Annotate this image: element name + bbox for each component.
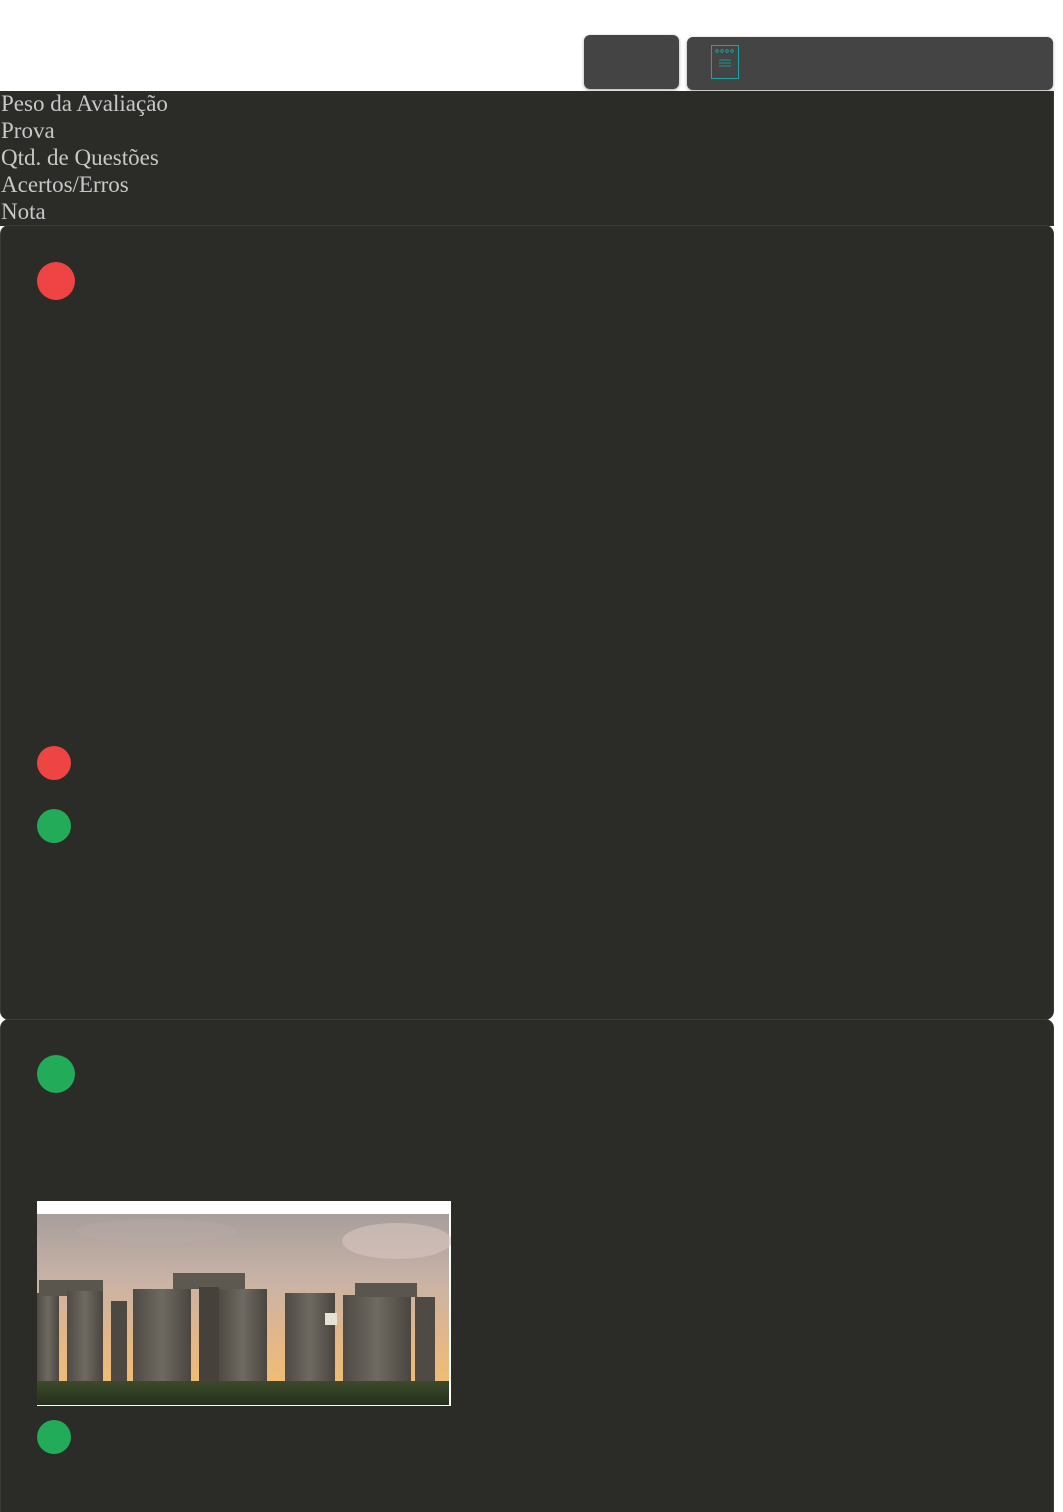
weight-label: Peso da Avaliação — [1, 91, 168, 116]
top-action-button[interactable] — [584, 35, 679, 89]
grade-label: Nota — [1, 199, 46, 224]
document-icon — [711, 45, 739, 79]
correct-indicator-icon — [37, 1055, 75, 1093]
top-bar — [0, 0, 1063, 91]
stonehenge-image — [37, 1201, 451, 1406]
wrong-answer-marker-icon — [37, 746, 71, 780]
question-card — [1, 1020, 1053, 1512]
question-count-label: Qtd. de Questões — [1, 145, 159, 170]
exam-label: Prova — [1, 118, 55, 143]
document-panel[interactable] — [687, 37, 1053, 90]
hits-misses-label: Acertos/Erros — [1, 172, 129, 197]
incorrect-indicator-icon — [37, 262, 75, 300]
question-card — [1, 226, 1053, 1019]
correct-answer-marker-icon — [37, 809, 71, 843]
correct-answer-marker-icon — [37, 1420, 71, 1454]
exam-info-header: Peso da Avaliação Prova Qtd. de Questões… — [0, 91, 1053, 226]
